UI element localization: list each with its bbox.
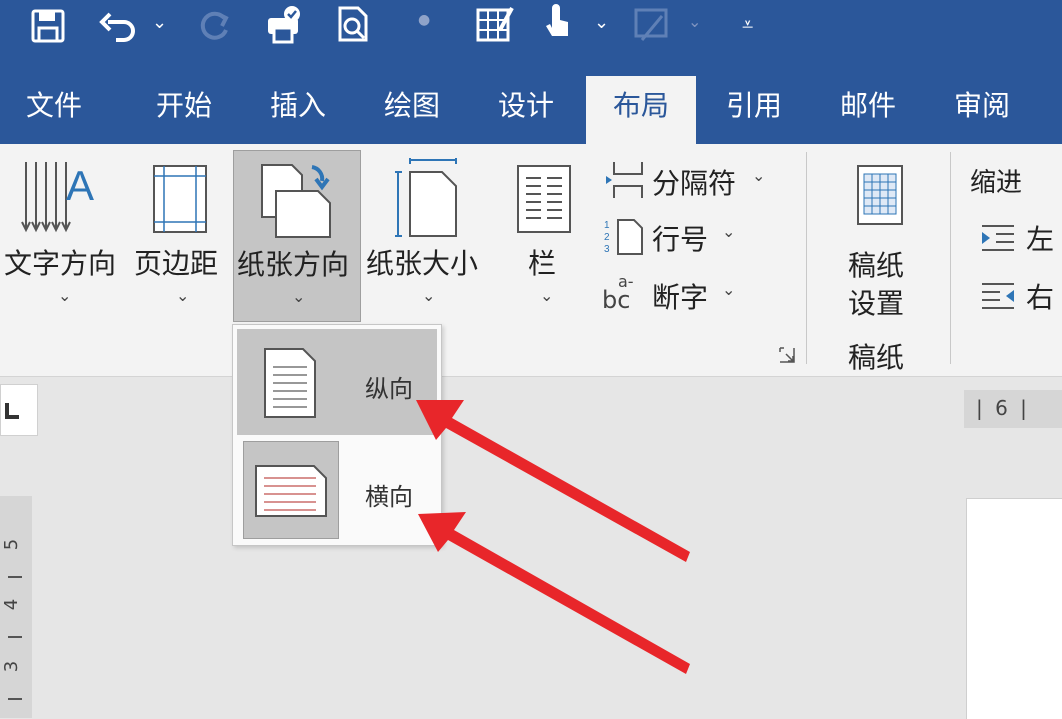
breaks-icon (606, 162, 643, 198)
ruler-tick (8, 576, 22, 578)
indent-left-field[interactable]: 左 (980, 218, 1062, 258)
tab-references[interactable]: 引用 (706, 76, 802, 144)
touch-mode-icon[interactable] (540, 2, 574, 44)
indent-right-label: 右 (1026, 281, 1055, 314)
svg-text:2: 2 (604, 232, 610, 243)
landscape-icon-frame (243, 441, 339, 539)
redo-icon (200, 11, 229, 40)
orientation-label: 纸张方向 (237, 248, 350, 281)
document-page[interactable] (966, 498, 1062, 719)
text-direction-label: 文字方向 (4, 247, 117, 280)
undo-dropdown-icon[interactable]: ⌄ (152, 12, 167, 33)
line-numbers-label: 行号 (652, 223, 709, 256)
margins-label: 页边距 (134, 247, 219, 280)
chevron-down-icon: ⌄ (176, 286, 190, 305)
print-check-icon[interactable] (264, 4, 304, 44)
customize-qat-icon[interactable]: ⩡ (742, 12, 753, 36)
text-direction-button[interactable]: A 文字方向 ⌄ (0, 150, 126, 320)
draft-paper-setup-button[interactable]: 稿纸 设置 (838, 158, 924, 320)
indent-right-icon (982, 283, 1014, 309)
size-label: 纸张大小 (366, 247, 479, 280)
tab-draw[interactable]: 绘图 (364, 76, 460, 144)
ruler-tick (8, 636, 22, 638)
draft-paper-label-line2: 设置 (848, 287, 905, 320)
svg-text:3: 3 (604, 244, 610, 255)
text-direction-icon: A (21, 162, 94, 233)
orientation-icon (261, 164, 331, 238)
draft-paper-group-label: 稿纸 (848, 341, 905, 374)
tab-home[interactable]: 开始 (136, 76, 232, 144)
group-separator (950, 152, 951, 364)
table-edit-icon[interactable] (474, 4, 514, 44)
quick-access-toolbar: ⌄ ● ⌄ ⌄ ⩡ (0, 0, 1062, 62)
tab-mailings[interactable]: 邮件 (820, 76, 916, 144)
indent-left-icon (982, 225, 1014, 251)
columns-button[interactable]: 栏 ⌄ (508, 150, 584, 320)
draft-paper-label-line1: 稿纸 (848, 249, 905, 282)
save-icon[interactable] (30, 8, 66, 44)
svg-text:A: A (66, 162, 94, 209)
tab-selector[interactable] (0, 384, 38, 436)
undo-icon[interactable] (98, 8, 138, 44)
arrow-to-landscape (418, 512, 690, 674)
size-button[interactable]: 纸张大小 ⌄ (364, 150, 492, 320)
svg-text:1: 1 (604, 220, 610, 231)
draw-dropdown-icon: ⌄ (688, 12, 702, 31)
orientation-portrait-item[interactable]: 纵向 (237, 329, 437, 435)
margins-button[interactable]: 页边距 ⌄ (128, 150, 230, 320)
line-numbers-icon: 1 2 3 (604, 219, 643, 255)
chevron-down-icon: ⌄ (58, 286, 72, 305)
landscape-label: 横向 (365, 483, 413, 511)
group-separator (806, 152, 807, 364)
landscape-page-icon (255, 465, 327, 517)
vertical-ruler[interactable]: 5 4 3 (0, 496, 32, 718)
chevron-down-icon: ⌄ (292, 287, 306, 306)
chevron-down-icon: ⌄ (540, 286, 554, 305)
tab-file[interactable]: 文件 (6, 76, 102, 144)
hyphenation-icon: a- bc (602, 272, 634, 314)
portrait-page-icon (264, 348, 316, 418)
columns-icon (517, 165, 571, 233)
margins-icon (153, 165, 207, 233)
draft-paper-icon (857, 165, 903, 225)
columns-label: 栏 (528, 247, 557, 280)
page-setup-dialog-launcher-icon[interactable] (778, 346, 796, 364)
print-preview-icon[interactable] (334, 4, 374, 44)
ruler-tick (8, 698, 22, 700)
hyphenation-label: 断字 (652, 281, 709, 314)
line-numbers-button[interactable]: 1 2 3 行号 ⌄ (600, 214, 750, 258)
arrow-to-portrait (416, 400, 690, 562)
chevron-down-icon: ⌄ (722, 280, 736, 299)
chevron-down-icon: ⌄ (722, 222, 736, 241)
indent-group-label: 缩进 (970, 168, 1023, 198)
tab-layout[interactable]: 布局 (586, 76, 696, 144)
breaks-label: 分隔符 (652, 167, 737, 200)
hyphenation-button[interactable]: a- bc 断字 ⌄ (600, 272, 750, 316)
touch-dropdown-icon[interactable]: ⌄ (594, 12, 609, 33)
left-tab-stop-icon (5, 403, 19, 419)
tab-design[interactable]: 设计 (478, 76, 574, 144)
orientation-landscape-item[interactable]: 横向 (237, 439, 437, 543)
indent-right-field[interactable]: 右 (980, 276, 1062, 316)
tab-review[interactable]: 审阅 (934, 76, 1030, 144)
tab-insert[interactable]: 插入 (250, 76, 346, 144)
orientation-menu: 纵向 横向 (232, 324, 442, 546)
separator-dot-icon: ● (418, 12, 431, 28)
portrait-label: 纵向 (365, 375, 413, 403)
chevron-down-icon: ⌄ (752, 166, 766, 185)
ruler-mark: 5 (1, 538, 23, 551)
orientation-button[interactable]: 纸张方向 ⌄ (233, 150, 361, 322)
ruler-mark: 4 (1, 598, 23, 611)
chevron-down-icon: ⌄ (422, 286, 436, 305)
horizontal-ruler[interactable]: | 6 | (964, 390, 1062, 428)
indent-left-label: 左 (1026, 223, 1055, 256)
ruler-mark: | 6 | (976, 396, 1030, 420)
ruler-mark: 3 (1, 660, 23, 673)
breaks-button[interactable]: 分隔符 ⌄ (600, 158, 776, 202)
draw-icon (634, 8, 668, 41)
size-icon (395, 158, 457, 237)
